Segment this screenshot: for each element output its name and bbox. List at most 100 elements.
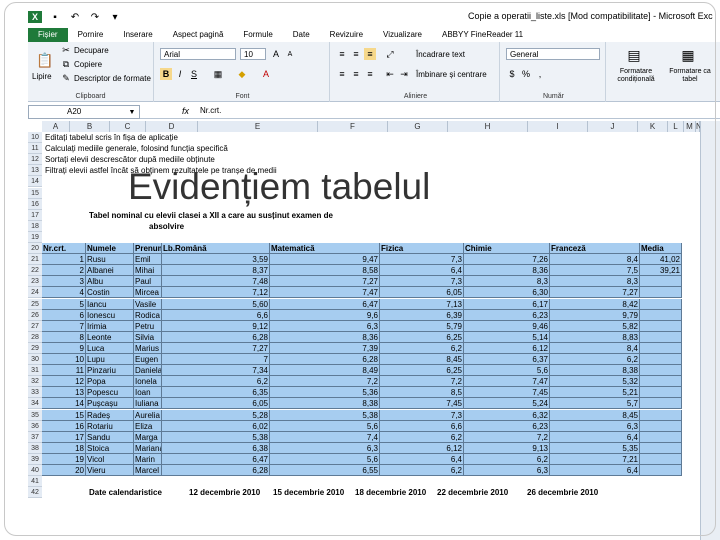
excel-logo-icon[interactable]: X [28,11,42,23]
row-header[interactable]: 40 [28,465,42,476]
table-cell[interactable]: 7,21 [550,453,640,465]
row-header[interactable]: 27 [28,320,42,332]
table-cell[interactable]: Paul [134,276,162,288]
table-cell[interactable]: Eliza [134,420,162,432]
table-cell[interactable]: Vasile [134,298,162,310]
undo-icon[interactable]: ↶ [68,11,82,23]
table-header-cell[interactable]: Numele [86,243,134,254]
table-cell[interactable]: 7,2 [270,376,380,388]
borders-icon[interactable]: ▦ [212,68,224,80]
table-cell[interactable]: Leonte [86,331,134,343]
tab-file[interactable]: Fișier [28,28,68,42]
table-cell[interactable]: 6,38 [162,442,270,454]
indent-icon[interactable]: ⇤ [384,68,396,80]
table-cell[interactable]: 5,28 [162,409,270,421]
row-header[interactable]: 11 [28,143,42,155]
table-cell[interactable]: 14 [42,398,86,410]
table-header-cell[interactable]: Nr.crt. [42,243,86,254]
table-cell[interactable] [640,465,682,476]
table-cell[interactable]: 6,2 [464,453,550,465]
table-cell[interactable]: 5,79 [380,320,464,332]
table-cell[interactable]: 6,2 [380,342,464,354]
table-cell[interactable]: Silvia [134,331,162,343]
column-header-m[interactable]: M [684,121,696,132]
comma-icon[interactable]: , [534,68,546,80]
table-cell[interactable]: 20 [42,465,86,476]
table-cell[interactable]: 6,28 [162,465,270,476]
table-cell[interactable]: 6,2 [550,354,640,365]
column-header-d[interactable]: D [146,121,198,132]
table-cell[interactable]: Daniela [134,365,162,377]
table-cell[interactable]: 8,37 [162,265,270,277]
row-header[interactable]: 36 [28,420,42,432]
table-cell[interactable]: 6,47 [162,453,270,465]
fx-icon[interactable]: fx [182,106,189,116]
percent-icon[interactable]: % [520,68,532,80]
align-top-icon[interactable]: ≡ [336,48,348,60]
table-cell[interactable]: 7,48 [162,276,270,288]
table-cell[interactable]: Albu [86,276,134,288]
table-cell[interactable]: Rodica [134,309,162,321]
row-header[interactable]: 30 [28,354,42,365]
table-cell[interactable] [640,409,682,421]
table-cell[interactable]: 7,47 [270,287,380,299]
table-cell[interactable]: 8,3 [550,276,640,288]
table-cell[interactable]: 6,23 [464,420,550,432]
tab-formulas[interactable]: Formule [233,28,282,42]
table-cell[interactable]: Ionela [134,376,162,388]
row-header[interactable]: 23 [28,276,42,288]
table-cell[interactable] [640,331,682,343]
align-bottom-icon[interactable]: ≡ [364,48,376,60]
table-cell[interactable]: 6,35 [162,387,270,399]
save-icon[interactable]: ▪ [48,11,62,23]
format-as-table-button[interactable]: Formatare ca tabel [666,68,714,84]
table-cell[interactable]: 1 [42,254,86,266]
table-cell[interactable]: 6,28 [162,331,270,343]
table-cell[interactable]: Pinzariu [86,365,134,377]
table-cell[interactable]: 7,5 [550,265,640,277]
table-cell[interactable]: 6,4 [550,431,640,443]
table-cell[interactable]: 5,6 [464,365,550,377]
table-cell[interactable]: 6,4 [550,465,640,476]
tab-home[interactable]: Pornire [68,28,114,42]
row-header[interactable]: 21 [28,254,42,266]
table-cell[interactable]: 5,36 [270,387,380,399]
italic-icon[interactable]: I [174,68,186,80]
table-cell[interactable] [640,354,682,365]
table-cell[interactable]: Ionescu [86,309,134,321]
name-box-dropdown-icon[interactable]: ▼ [126,106,138,118]
copy-button[interactable]: Copiere [74,60,102,69]
table-cell[interactable]: Costin [86,287,134,299]
row-header[interactable]: 39 [28,453,42,465]
table-cell[interactable]: 8,58 [270,265,380,277]
table-header-cell[interactable]: Prenum [134,243,162,254]
table-cell[interactable]: 5,32 [550,376,640,388]
column-header-i[interactable]: I [528,121,588,132]
table-cell[interactable]: 5,14 [464,331,550,343]
table-header-cell[interactable]: Franceză [550,243,640,254]
table-cell[interactable]: 6,4 [380,265,464,277]
table-cell[interactable] [640,287,682,299]
align-right-icon[interactable]: ≡ [364,68,376,80]
table-cell[interactable]: 6,25 [380,365,464,377]
table-cell[interactable]: Sandu [86,431,134,443]
tab-page-layout[interactable]: Aspect pagină [163,28,234,42]
table-header-cell[interactable]: Media [640,243,682,254]
table-cell[interactable]: 11 [42,365,86,377]
table-cell[interactable]: 7,39 [270,342,380,354]
grow-font-icon[interactable]: A [270,48,282,60]
number-format-select[interactable]: General [506,48,600,60]
table-cell[interactable]: 6,2 [162,376,270,388]
conditional-formatting-button[interactable]: Formatare condițională [612,68,660,84]
table-cell[interactable]: 3 [42,276,86,288]
paste-icon[interactable]: 📋 [36,50,54,70]
table-cell[interactable]: 5,6 [270,420,380,432]
table-cell[interactable]: Mihai [134,265,162,277]
column-header-k[interactable]: K [638,121,668,132]
font-size-select[interactable]: 10 [240,48,266,60]
row-header[interactable]: 12 [28,154,42,166]
table-cell[interactable]: Luca [86,342,134,354]
column-header-j[interactable]: J [588,121,638,132]
table-cell[interactable]: 8 [42,331,86,343]
row-header[interactable]: 26 [28,309,42,321]
